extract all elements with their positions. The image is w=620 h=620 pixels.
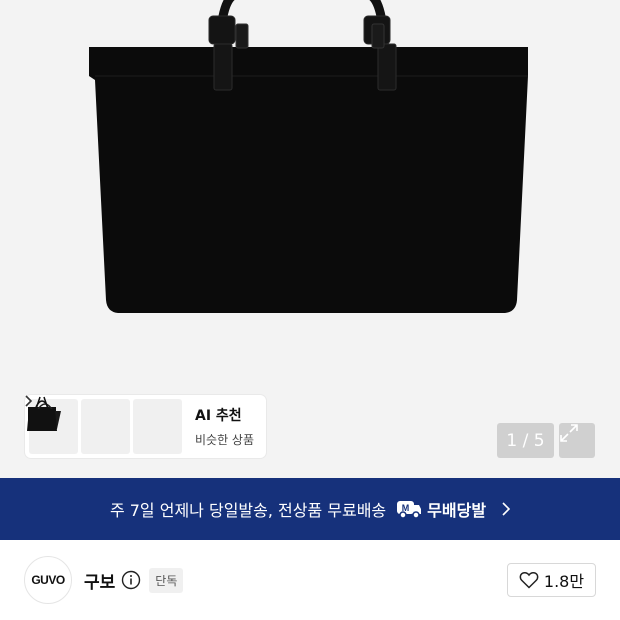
delivery-brand-name: 무배당발 [427,501,487,520]
brand-logo[interactable]: GUVO [24,556,72,604]
ai-recommend-card[interactable]: AI 추천 비슷한 상품 [25,395,266,458]
similar-product-thumb[interactable] [27,396,182,454]
chevron-right-icon [25,395,33,407]
delivery-banner-text: 주 7일 언제나 당일발송, 전상품 무료배송 [109,501,387,520]
brand-name[interactable]: 구보 [84,568,115,593]
ai-recommend-subtitle: 비슷한 상품 [195,433,255,447]
chevron-right-icon [502,502,511,516]
ai-recommend-title: AI 추천 [195,408,242,424]
heart-icon [519,571,539,589]
product-image-gallery[interactable]: AI 추천 비슷한 상품 1 / 5 [0,0,620,478]
delivery-brand: M 무배당발 [396,497,486,521]
like-count: 1.8만 [543,572,585,591]
image-counter: 1 / 5 [497,423,554,458]
brand-logo-text: GUVO [31,573,65,587]
ai-recommend-title-row: AI 추천 [25,395,254,425]
expand-button[interactable] [559,423,595,458]
info-icon [122,570,141,590]
like-button[interactable]: 1.8만 [507,563,596,597]
brand-row: GUVO 구보 단독 1.8만 [0,540,620,620]
delivery-truck-icon: M [397,501,422,519]
banner-chevron [502,502,511,516]
info-button[interactable] [121,570,141,590]
similar-product-thumb[interactable] [29,399,130,454]
svg-text:M: M [402,503,410,513]
ai-recommend-text: AI 추천 비슷한 상품 [25,395,255,448]
expand-icon [560,424,578,442]
delivery-banner[interactable]: 주 7일 언제나 당일발송, 전상품 무료배송 M 무배당발 [0,478,620,540]
exclusive-badge: 단독 [149,567,184,593]
